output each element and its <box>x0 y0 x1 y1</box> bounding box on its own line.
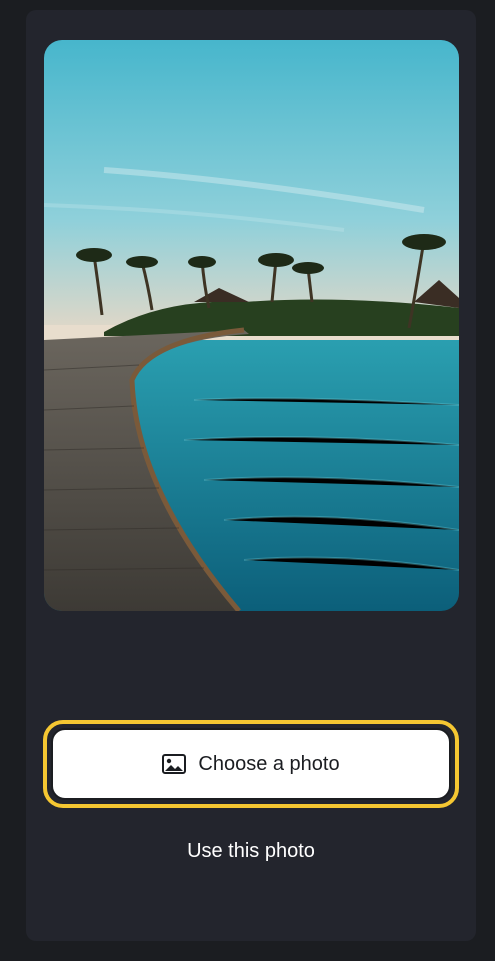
choose-photo-label: Choose a photo <box>198 752 340 775</box>
image-icon <box>162 754 187 774</box>
choose-photo-focus-ring: Choose a photo <box>43 720 459 808</box>
photo-picker-card: Choose a photo Use this photo <box>26 10 476 941</box>
choose-photo-button[interactable]: Choose a photo <box>51 728 451 800</box>
use-this-photo-button[interactable]: Use this photo <box>26 840 476 863</box>
photo-preview <box>44 40 459 611</box>
